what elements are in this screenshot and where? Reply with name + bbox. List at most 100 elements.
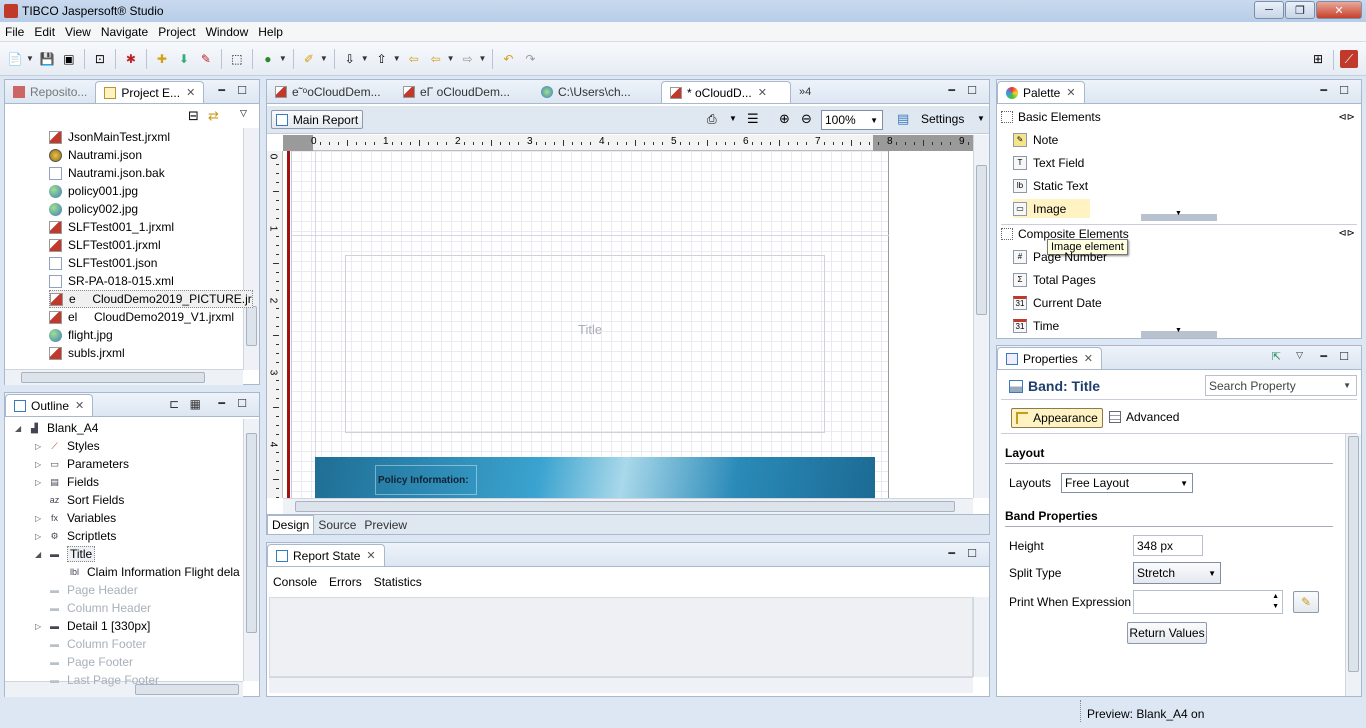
canvas-vscroll[interactable] xyxy=(973,135,989,498)
tree-view-icon[interactable]: ⊏ xyxy=(169,397,179,411)
policy-box[interactable]: Policy Information: xyxy=(375,465,477,495)
menu-edit[interactable]: Edit xyxy=(29,25,60,39)
maximize-view-icon[interactable]: ☐ xyxy=(1339,84,1349,97)
close-button[interactable]: ✕ xyxy=(1316,1,1362,19)
return-values-button[interactable]: Return Values xyxy=(1127,622,1207,644)
outline-item[interactable]: ▷ ⟋ Styles xyxy=(35,437,100,455)
main-report-button[interactable]: Main Report xyxy=(271,110,363,129)
run-icon[interactable]: ● xyxy=(259,50,277,68)
chevron-down-icon[interactable]: ▼ xyxy=(447,54,455,63)
project-file-item[interactable]: e CloudDemo2019_PICTURE.jr xyxy=(49,290,253,308)
print-when-input[interactable]: ▲ ▼ xyxy=(1133,590,1283,614)
basic-elements-header[interactable]: Basic Elements ⊲⊳ xyxy=(1001,108,1357,126)
new-report-icon[interactable]: ✚ xyxy=(153,50,171,68)
new-icon[interactable]: 📄 xyxy=(6,50,24,68)
publish-icon[interactable]: ⬚ xyxy=(228,50,246,68)
collapse-all-icon[interactable]: ⊟ xyxy=(188,108,199,124)
chevron-down-icon[interactable]: ▼ xyxy=(279,54,287,63)
tab-properties[interactable]: Properties ✕ xyxy=(997,347,1102,369)
expand-toggle-icon[interactable]: ◢ xyxy=(35,550,45,559)
outline-item[interactable]: ▬ Column Footer xyxy=(35,635,146,653)
canvas-hscroll[interactable] xyxy=(283,498,973,514)
prev-annotation-icon[interactable]: ⇧ xyxy=(373,50,391,68)
scroll-thumb[interactable] xyxy=(21,372,205,383)
collapse-drawer-icon[interactable]: ⊲⊳ xyxy=(1338,112,1355,123)
outline-item[interactable]: ▷ ▭ Parameters xyxy=(35,455,129,473)
maximize-button[interactable]: ❐ xyxy=(1285,1,1315,19)
report-state-hscroll[interactable] xyxy=(269,677,973,693)
project-file-item[interactable]: flight.jpg xyxy=(49,326,113,344)
tab-repository[interactable]: Reposito... xyxy=(5,81,95,103)
project-file-item[interactable]: SLFTest001_1.jrxml xyxy=(49,218,174,236)
chevron-down-icon[interactable]: ▼ xyxy=(479,54,487,63)
outline-item[interactable]: ▬ Last Page Footer xyxy=(35,671,159,689)
open-perspective-icon[interactable]: ⊞ xyxy=(1309,50,1327,68)
settings-icon[interactable]: ▤ xyxy=(897,111,909,127)
chevron-down-icon[interactable]: ▼ xyxy=(320,54,328,63)
tab-editor-3[interactable]: C:\Users\ch... xyxy=(533,81,661,103)
expand-toggle-icon[interactable]: ◢ xyxy=(15,424,25,433)
chevron-down-icon[interactable]: ▼ xyxy=(26,54,34,63)
save-icon[interactable]: 💾 xyxy=(38,50,56,68)
outline-item[interactable]: ▬ Column Header xyxy=(35,599,151,617)
tab-editor-2[interactable]: eΓ oCloudDem... xyxy=(395,81,533,103)
layouts-select[interactable]: Free Layout ▼ xyxy=(1061,473,1193,493)
view-menu-icon[interactable]: ▽ xyxy=(240,108,247,119)
palette-item[interactable]: lb Static Text xyxy=(1013,176,1088,195)
title-frame[interactable]: Title xyxy=(345,255,825,433)
tab-palette[interactable]: Palette ✕ xyxy=(997,81,1085,103)
close-icon[interactable]: ✕ xyxy=(366,549,375,562)
outline-item[interactable]: lbl Claim Information Flight dela xyxy=(55,563,240,581)
minimize-view-icon[interactable]: ━ xyxy=(948,84,955,97)
drawer-scroll-handle[interactable]: ▼ xyxy=(1141,327,1217,338)
save-all-icon[interactable]: ▣ xyxy=(60,50,78,68)
scroll-thumb[interactable] xyxy=(295,501,955,512)
policy-image-band[interactable]: Policy Information: xyxy=(315,457,875,498)
expression-editor-button[interactable]: ✎ xyxy=(1293,591,1319,613)
close-icon[interactable]: ✕ xyxy=(1084,352,1093,365)
zoom-out-icon[interactable]: ⊖ xyxy=(801,111,812,127)
scroll-thumb[interactable] xyxy=(1348,436,1359,672)
project-explorer-vscroll[interactable] xyxy=(243,128,259,370)
thumbnail-view-icon[interactable]: ▦ xyxy=(190,397,201,411)
minimize-view-icon[interactable]: ━ xyxy=(218,397,225,410)
project-file-item[interactable]: JsonMainTest.jrxml xyxy=(49,128,170,146)
outline-item[interactable]: ▷ ▤ Fields xyxy=(35,473,99,491)
maximize-view-icon[interactable]: ☐ xyxy=(237,84,247,97)
expand-toggle-icon[interactable]: ▷ xyxy=(35,514,45,523)
menu-file[interactable]: File xyxy=(0,25,29,39)
expand-toggle-icon[interactable]: ▷ xyxy=(35,622,45,631)
search-property-input[interactable]: Search Property ▼ xyxy=(1205,375,1357,396)
project-file-item[interactable]: SLFTest001.json xyxy=(49,254,157,272)
chevron-down-icon[interactable]: ▼ xyxy=(977,114,985,123)
settings-label[interactable]: Settings xyxy=(921,112,964,126)
import-icon[interactable]: ⬇ xyxy=(175,50,193,68)
palette-item[interactable]: ✎ Note xyxy=(1013,130,1058,149)
link-editor-icon[interactable]: ⇄ xyxy=(208,108,219,124)
last-edit-icon[interactable]: ⇦ xyxy=(405,50,423,68)
zoom-select[interactable]: 100% ▼ xyxy=(821,110,883,130)
project-explorer-hscroll[interactable] xyxy=(5,369,243,385)
chevron-down-icon[interactable]: ▼ xyxy=(393,54,401,63)
view-menu-icon[interactable]: ▽ xyxy=(1296,350,1303,361)
expand-toggle-icon[interactable]: ▷ xyxy=(35,460,45,469)
close-icon[interactable]: ✕ xyxy=(758,86,767,99)
tab-appearance[interactable]: Appearance xyxy=(1011,408,1103,428)
chevron-down-icon[interactable]: ▼ xyxy=(729,114,737,123)
tab-report-state[interactable]: Report State ✕ xyxy=(267,544,385,566)
minimize-view-icon[interactable]: ━ xyxy=(1320,350,1327,363)
pin-icon[interactable]: ✐ xyxy=(300,50,318,68)
outline-item[interactable]: ▷ ⚙ Scriptlets xyxy=(35,527,116,545)
scroll-thumb[interactable] xyxy=(246,306,257,346)
menu-help[interactable]: Help xyxy=(253,25,288,39)
collapse-drawer-icon[interactable]: ⊲⊳ xyxy=(1338,228,1355,239)
menu-navigate[interactable]: Navigate xyxy=(96,25,153,39)
project-file-item[interactable]: Nautrami.json xyxy=(49,146,142,164)
expand-toggle-icon[interactable]: ▷ xyxy=(35,532,45,541)
project-file-item[interactable]: policy002.jpg xyxy=(49,200,138,218)
forward-icon[interactable]: ⇨ xyxy=(459,50,477,68)
outline-item[interactable]: ▬ Page Footer xyxy=(35,653,133,671)
minimize-view-icon[interactable]: ━ xyxy=(1320,84,1327,97)
tab-editor-1[interactable]: e˜ᵒoCloudDem... xyxy=(267,81,395,103)
height-input[interactable]: 348 px xyxy=(1133,535,1203,556)
